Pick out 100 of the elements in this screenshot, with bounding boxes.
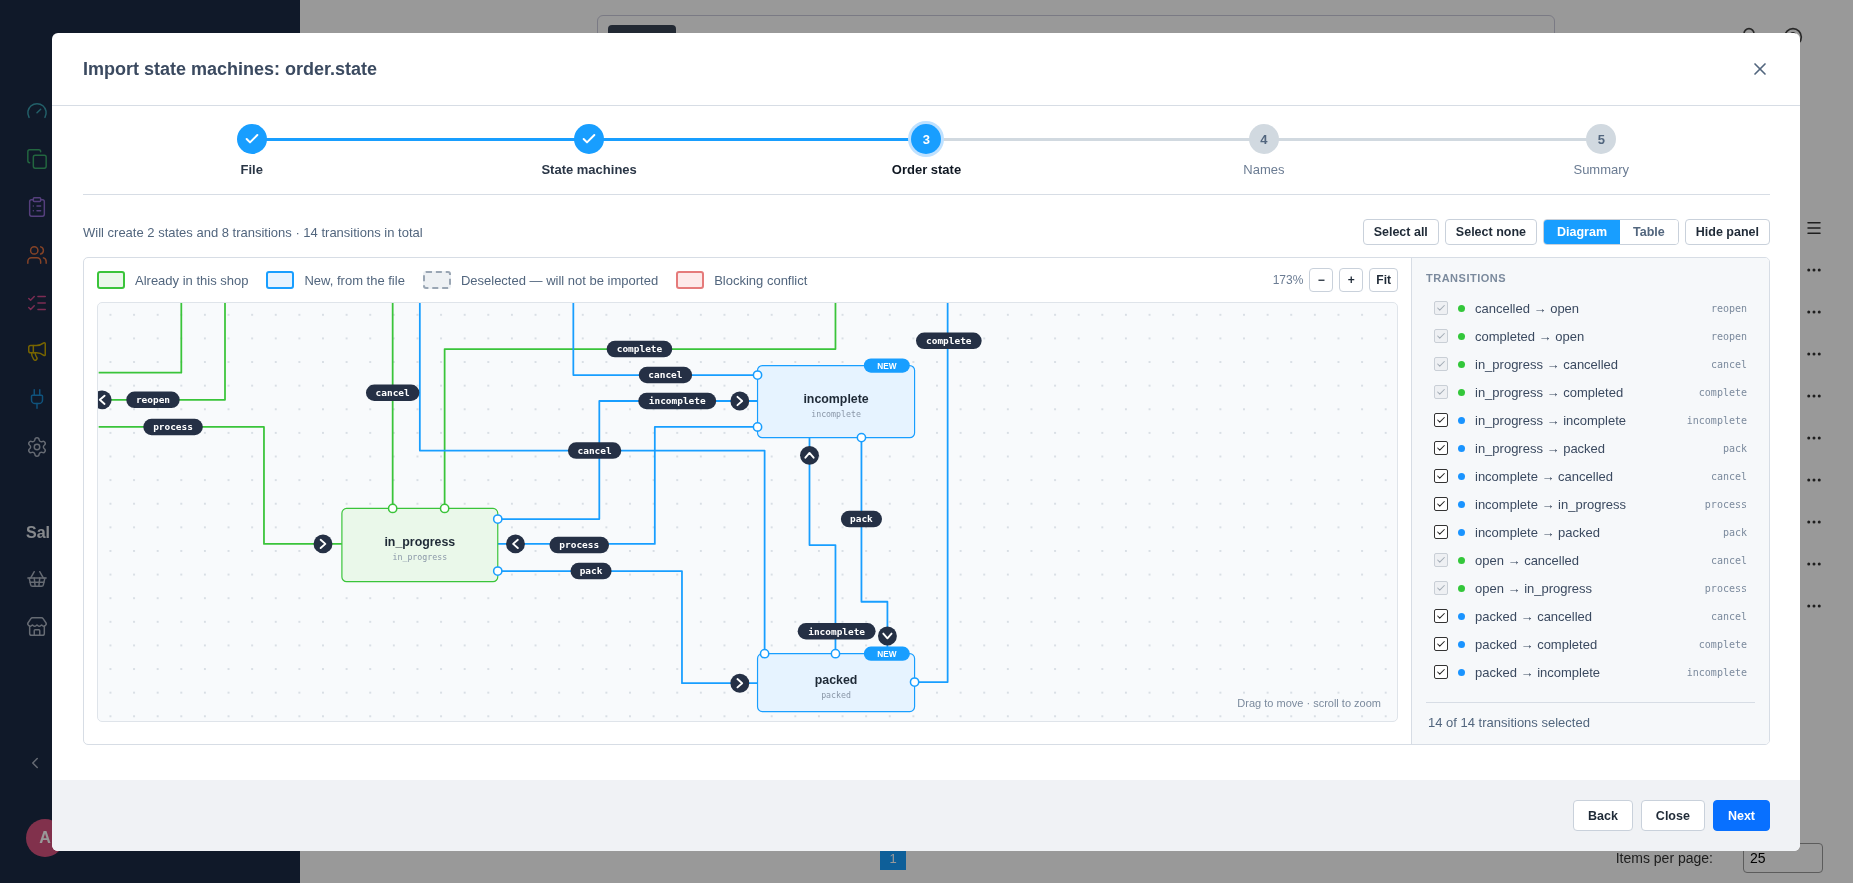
fit-button[interactable]: Fit <box>1369 268 1398 292</box>
hide-panel-button[interactable]: Hide panel <box>1684 219 1770 245</box>
checkbox[interactable] <box>1434 525 1448 539</box>
transition-action: process <box>1704 582 1747 594</box>
check-icon <box>1436 387 1446 397</box>
zoom-level: 173% <box>1272 273 1304 287</box>
connection-port[interactable] <box>752 370 763 380</box>
settings-icon[interactable] <box>26 436 48 458</box>
check-icon <box>1436 527 1446 537</box>
checkbox[interactable] <box>1434 413 1448 427</box>
select-all-button[interactable]: Select all <box>1362 219 1439 245</box>
transition-action: incomplete <box>1686 666 1747 678</box>
transition-action: process <box>1704 498 1747 510</box>
check-icon <box>1436 303 1446 313</box>
legend-item: Blocking conflict <box>676 271 808 289</box>
transition-name: packed → incomplete <box>1475 664 1601 680</box>
new-badge: NEW <box>863 358 910 373</box>
chevron-icon <box>730 673 750 693</box>
transition-action: pack <box>1722 526 1747 538</box>
check-icon <box>1436 583 1446 593</box>
node-subtitle: packed <box>821 689 851 700</box>
connection-port[interactable] <box>387 503 398 514</box>
back-button[interactable]: Back <box>1572 800 1633 831</box>
transition-name: in_progress → packed <box>1475 440 1607 456</box>
state-node[interactable] <box>341 507 499 583</box>
select-none-button[interactable]: Select none <box>1444 219 1537 245</box>
checkbox[interactable] <box>1434 469 1448 483</box>
basket-icon[interactable] <box>26 568 48 590</box>
node-title: incomplete <box>803 391 869 406</box>
check-icon <box>1436 555 1446 565</box>
transition-name: incomplete → in_progress <box>1475 496 1628 512</box>
node-subtitle: in_progress <box>392 552 448 563</box>
state-node[interactable] <box>756 365 916 439</box>
node-title: in_progress <box>384 535 456 550</box>
connection-port[interactable] <box>492 514 503 524</box>
transition-name: in_progress → cancelled <box>1475 356 1620 372</box>
chevron-icon <box>98 390 112 410</box>
connection-port[interactable] <box>752 422 763 432</box>
menu-icon[interactable] <box>1805 219 1823 237</box>
transition-name: incomplete → cancelled <box>1475 468 1615 484</box>
check-icon <box>1436 667 1446 677</box>
transition-name: incomplete → packed <box>1475 524 1601 540</box>
check-icon <box>1436 443 1446 453</box>
store-icon[interactable] <box>26 616 48 638</box>
node-title: packed <box>814 672 858 687</box>
step-label: Order state <box>891 162 962 177</box>
checkbox[interactable] <box>1434 441 1448 455</box>
transition-action: pack <box>1722 442 1747 454</box>
items-per-page-label: Items per page: <box>1615 850 1713 866</box>
transition-name: open → in_progress <box>1475 580 1594 596</box>
megaphone-icon[interactable] <box>26 340 48 362</box>
transition-action: cancel <box>1710 358 1747 370</box>
connection-port[interactable] <box>909 677 920 687</box>
transition-action: reopen <box>1710 302 1747 314</box>
close-button[interactable]: Close <box>1640 800 1705 831</box>
dialog-title: Import state machines: order.state <box>83 58 378 80</box>
check-icon <box>1436 359 1446 369</box>
transition-action: incomplete <box>1686 414 1747 426</box>
connection-port[interactable] <box>439 503 450 514</box>
check-icon <box>1436 471 1446 481</box>
next-button[interactable]: Next <box>1712 800 1770 831</box>
canvas-hint: Drag to move · scroll to zoom <box>1237 697 1381 709</box>
checkbox[interactable] <box>1434 637 1448 651</box>
connection-port[interactable] <box>759 648 770 659</box>
copy-icon[interactable] <box>26 148 48 170</box>
chevron-icon <box>730 391 750 411</box>
connection-port[interactable] <box>492 566 503 576</box>
zoom-in-button[interactable]: + <box>1339 268 1364 292</box>
legend-item: Already in this shop <box>97 271 249 289</box>
check-icon <box>1436 415 1446 425</box>
transition-action: cancel <box>1710 610 1747 622</box>
clipboard-icon[interactable] <box>26 196 48 218</box>
check-icon <box>1436 499 1446 509</box>
transition-name: in_progress → completed <box>1475 384 1625 400</box>
state-node[interactable] <box>756 653 916 713</box>
chevron-icon <box>800 445 819 465</box>
step-label: Summary <box>1573 162 1630 177</box>
users-icon[interactable] <box>26 244 48 266</box>
step-number: 5 <box>1586 124 1617 154</box>
step-label: File <box>240 162 263 177</box>
transition-name: packed → cancelled <box>1475 608 1594 624</box>
connection-port[interactable] <box>830 648 841 659</box>
summary-text: Will create 2 states and 8 transitions · 14 transitions in total <box>83 224 423 240</box>
zoom-out-button[interactable]: − <box>1309 268 1334 292</box>
edge-label[interactable]: cancel <box>567 442 622 459</box>
transition-action: complete <box>1698 386 1747 398</box>
step-label: Names <box>1243 162 1285 177</box>
chevron-icon <box>506 534 525 554</box>
check-icon <box>1436 639 1446 649</box>
transition-action: cancel <box>1710 554 1747 566</box>
checkbox[interactable] <box>1434 609 1448 623</box>
checkbox[interactable] <box>1434 665 1448 679</box>
check-icon <box>1436 331 1446 341</box>
connection-port[interactable] <box>856 432 867 443</box>
diagram-canvas[interactable]: complete complete NEW cancel cancel reopen incomplete incomplete incomplete process cancel pack in_progress process in_progress pack incomplete NEW packed packed Drag to move · scroll to zoom <box>97 302 1398 722</box>
node-subtitle: incomplete <box>811 408 861 419</box>
transition-name: in_progress → incomplete <box>1475 412 1628 428</box>
check-icon <box>1436 611 1446 621</box>
selection-count: 14 of 14 transitions selected <box>1426 702 1755 744</box>
checkbox[interactable] <box>1434 497 1448 511</box>
